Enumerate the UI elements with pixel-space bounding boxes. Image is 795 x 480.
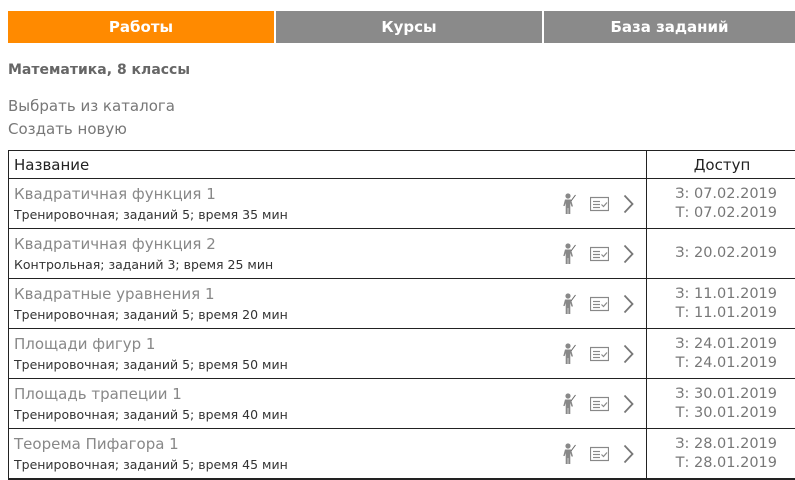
work-description: Тренировочная; заданий 5; время 40 мин	[14, 407, 288, 422]
tab-bar: Работы Курсы База заданий	[8, 11, 795, 43]
column-header-access: Доступ	[693, 156, 751, 174]
table-row[interactable]: Теорема Пифагора 1 Тренировочная; задани…	[9, 429, 795, 479]
row-name-cell: Площадь трапеции 1 Тренировочная; задани…	[9, 379, 647, 428]
table-row[interactable]: Площадь трапеции 1 Тренировочная; задани…	[9, 379, 795, 429]
row-actions	[562, 393, 634, 419]
access-task-date: З: 30.01.2019	[675, 386, 777, 402]
chevron-right-icon[interactable]	[623, 294, 634, 318]
access-task-date: З: 28.01.2019	[675, 436, 777, 452]
table-header: Название Доступ	[9, 151, 795, 179]
access-test-date: Т: 11.01.2019	[675, 305, 777, 321]
row-actions	[562, 343, 634, 369]
teacher-icon[interactable]	[562, 443, 576, 469]
work-description: Тренировочная; заданий 5; время 45 мин	[14, 457, 288, 472]
chevron-right-icon[interactable]	[623, 244, 634, 268]
row-access-cell: З: 07.02.2019 Т: 07.02.2019	[647, 179, 795, 228]
row-actions	[562, 293, 634, 319]
access-task-date: З: 20.02.2019	[675, 245, 777, 261]
work-title[interactable]: Квадратичная функция 1	[14, 185, 216, 203]
table-row[interactable]: Площади фигур 1 Тренировочная; заданий 5…	[9, 329, 795, 379]
access-task-date: З: 11.01.2019	[675, 286, 777, 302]
row-actions	[562, 243, 634, 269]
work-title[interactable]: Квадратные уравнения 1	[14, 285, 215, 303]
checklist-icon[interactable]	[589, 396, 610, 416]
works-table: Название Доступ Квадратичная функция 1 Т…	[8, 150, 795, 480]
access-task-date: З: 24.01.2019	[675, 336, 777, 352]
tab-task-base[interactable]: База заданий	[542, 11, 795, 43]
tab-works[interactable]: Работы	[8, 11, 274, 43]
access-test-date: Т: 30.01.2019	[675, 405, 777, 421]
checklist-icon[interactable]	[589, 196, 610, 216]
access-test-date: Т: 24.01.2019	[675, 355, 777, 371]
chevron-right-icon[interactable]	[623, 344, 634, 368]
row-name-cell: Квадратичная функция 1 Тренировочная; за…	[9, 179, 647, 228]
chevron-right-icon[interactable]	[623, 444, 634, 468]
work-description: Тренировочная; заданий 5; время 50 мин	[14, 357, 288, 372]
row-name-cell: Квадратичная функция 2 Контрольная; зада…	[9, 229, 647, 278]
row-name-cell: Площади фигур 1 Тренировочная; заданий 5…	[9, 329, 647, 378]
teacher-icon[interactable]	[562, 193, 576, 219]
work-title[interactable]: Площади фигур 1	[14, 335, 155, 353]
row-name-cell: Квадратные уравнения 1 Тренировочная; за…	[9, 279, 647, 328]
table-row[interactable]: Квадратичная функция 2 Контрольная; зада…	[9, 229, 795, 279]
checklist-icon[interactable]	[589, 446, 610, 466]
row-access-cell: З: 20.02.2019	[647, 229, 795, 278]
subject-heading: Математика, 8 классы	[8, 62, 191, 78]
row-access-cell: З: 11.01.2019 Т: 11.01.2019	[647, 279, 795, 328]
row-access-cell: З: 28.01.2019 Т: 28.01.2019	[647, 429, 795, 478]
table-row[interactable]: Квадратные уравнения 1 Тренировочная; за…	[9, 279, 795, 329]
checklist-icon[interactable]	[589, 296, 610, 316]
access-test-date: Т: 28.01.2019	[675, 455, 777, 471]
create-new-link[interactable]: Создать новую	[8, 120, 127, 138]
teacher-icon[interactable]	[562, 343, 576, 369]
column-header-name: Название	[9, 151, 647, 178]
table-body: Квадратичная функция 1 Тренировочная; за…	[9, 179, 795, 479]
chevron-right-icon[interactable]	[623, 394, 634, 418]
row-name-cell: Теорема Пифагора 1 Тренировочная; задани…	[9, 429, 647, 478]
teacher-icon[interactable]	[562, 293, 576, 319]
work-title[interactable]: Теорема Пифагора 1	[14, 435, 179, 453]
row-actions	[562, 443, 634, 469]
teacher-icon[interactable]	[562, 243, 576, 269]
chevron-right-icon[interactable]	[623, 194, 634, 218]
table-row[interactable]: Квадратичная функция 1 Тренировочная; за…	[9, 179, 795, 229]
access-task-date: З: 07.02.2019	[675, 186, 777, 202]
checklist-icon[interactable]	[589, 346, 610, 366]
work-description: Контрольная; заданий 3; время 25 мин	[14, 257, 274, 272]
checklist-icon[interactable]	[589, 246, 610, 266]
work-title[interactable]: Квадратичная функция 2	[14, 235, 216, 253]
work-title[interactable]: Площадь трапеции 1	[14, 385, 182, 403]
row-access-cell: З: 24.01.2019 Т: 24.01.2019	[647, 329, 795, 378]
choose-from-catalog-link[interactable]: Выбрать из каталога	[8, 97, 175, 115]
work-description: Тренировочная; заданий 5; время 20 мин	[14, 307, 288, 322]
teacher-icon[interactable]	[562, 393, 576, 419]
access-test-date: Т: 07.02.2019	[675, 205, 777, 221]
row-access-cell: З: 30.01.2019 Т: 30.01.2019	[647, 379, 795, 428]
tab-courses[interactable]: Курсы	[274, 11, 542, 43]
work-description: Тренировочная; заданий 5; время 35 мин	[14, 207, 288, 222]
row-actions	[562, 193, 634, 219]
